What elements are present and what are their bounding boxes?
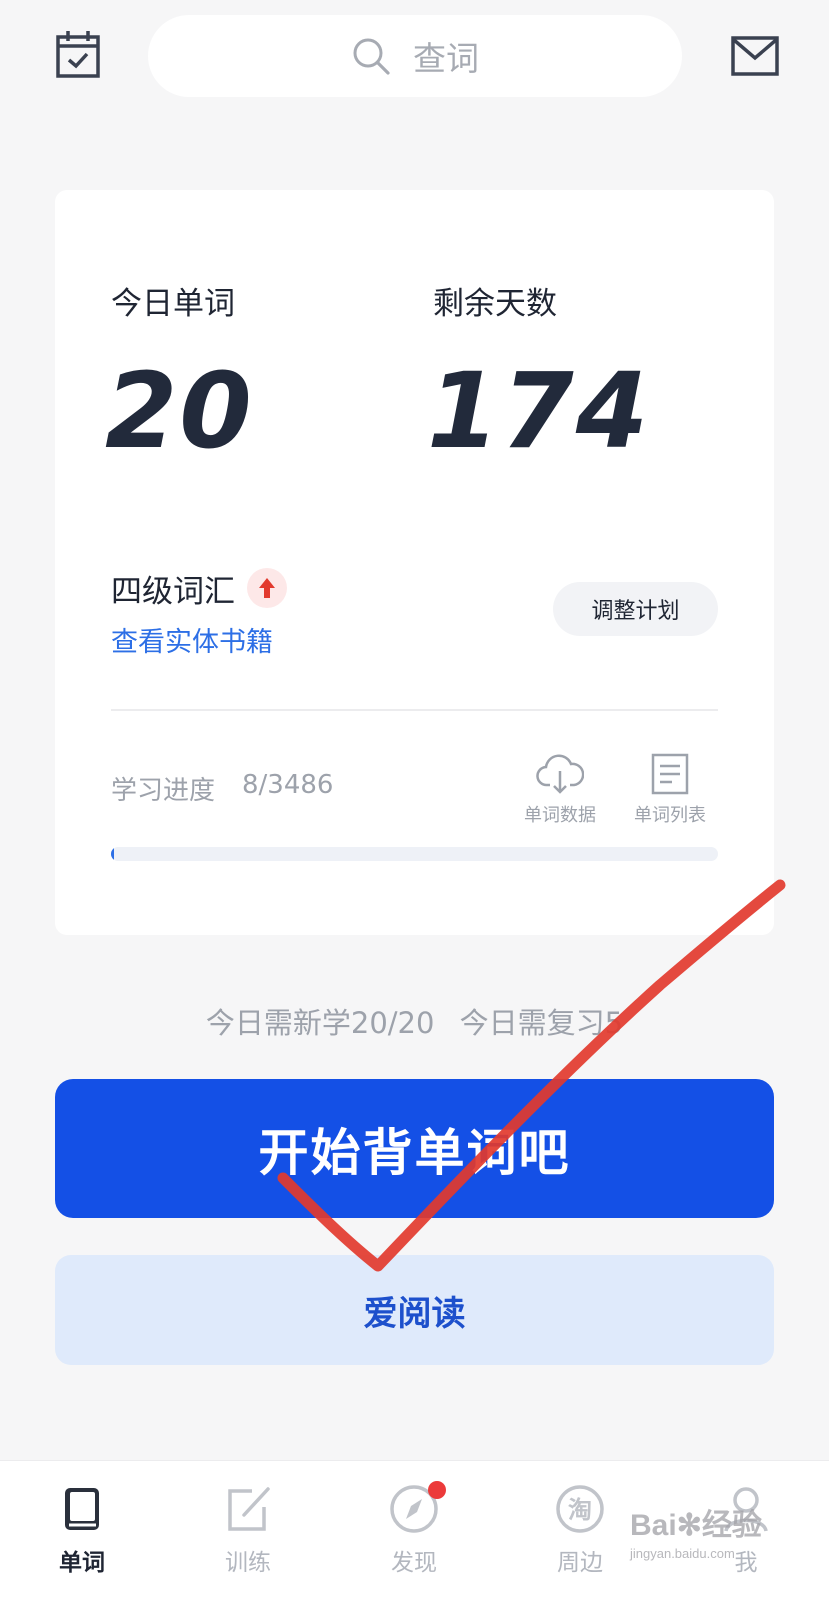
- cloud-download-icon: [536, 754, 584, 794]
- daily-summary: 今日需新学20/20 今日需复习5: [0, 1000, 829, 1042]
- calendar-check-icon[interactable]: [56, 30, 100, 78]
- word-data-label: 单词数据: [524, 805, 596, 826]
- tab-words[interactable]: 单词: [22, 1483, 142, 1577]
- view-physical-book-link[interactable]: 查看实体书籍: [111, 620, 273, 659]
- taobao-glyph: 淘: [568, 1496, 592, 1524]
- taobao-icon: 淘: [556, 1485, 604, 1533]
- plan-card: 今日单词 20 剩余天数 174 四级词汇 查看实体书籍 调整计划 学习进度 8…: [55, 190, 774, 935]
- word-data-button[interactable]: 单词数据: [505, 753, 615, 827]
- word-list-label: 单词列表: [634, 805, 706, 826]
- tab-training-label: 训练: [225, 1550, 271, 1576]
- tab-nearby[interactable]: 淘 周边: [520, 1483, 640, 1577]
- tab-discover[interactable]: 发现: [354, 1481, 474, 1577]
- watermark-brand: Bai: [630, 1509, 677, 1542]
- edit-icon: [228, 1487, 270, 1531]
- divider: [111, 709, 718, 711]
- progress-label: 学习进度: [111, 776, 216, 806]
- remaining-days-label: 剩余天数: [433, 286, 557, 322]
- remaining-days-value: 174: [427, 350, 651, 472]
- daily-new: 今日需新学20/20: [205, 1006, 435, 1040]
- baidu-watermark: Bai✻经验 jingyan.baidu.com: [630, 1500, 820, 1570]
- watermark-tail: 经验: [701, 1509, 762, 1542]
- book-icon: [65, 1488, 99, 1530]
- word-list-button[interactable]: 单词列表: [615, 753, 725, 827]
- adjust-plan-button[interactable]: 调整计划: [553, 582, 718, 636]
- progress-fill: [111, 847, 115, 861]
- upgrade-badge[interactable]: [247, 568, 287, 608]
- tab-nearby-label: 周边: [557, 1550, 603, 1576]
- progress-bar: [111, 847, 718, 861]
- tab-training[interactable]: 训练: [188, 1483, 308, 1577]
- top-bar: 查词: [0, 0, 829, 110]
- search-bar[interactable]: 查词: [148, 15, 682, 97]
- book-title: 四级词汇: [111, 574, 235, 610]
- tab-discover-label: 发现: [391, 1550, 437, 1576]
- today-words-value: 20: [105, 350, 254, 472]
- love-reading-button[interactable]: 爱阅读: [55, 1255, 774, 1365]
- watermark-url: jingyan.baidu.com: [630, 1546, 735, 1561]
- start-memorize-button[interactable]: 开始背单词吧: [55, 1079, 774, 1218]
- search-placeholder: 查词: [413, 39, 479, 78]
- tab-words-label: 单词: [59, 1550, 105, 1576]
- mail-icon[interactable]: [731, 36, 779, 76]
- arrow-up-icon: [259, 578, 275, 598]
- today-words-label: 今日单词: [111, 286, 235, 322]
- watermark-paw-icon: ✻: [676, 1509, 702, 1542]
- search-icon: [353, 38, 390, 75]
- daily-review: 今日需复习5: [459, 1006, 624, 1040]
- document-list-icon: [651, 753, 689, 795]
- progress-value: 8/3486: [242, 770, 334, 800]
- notification-dot: [428, 1481, 446, 1499]
